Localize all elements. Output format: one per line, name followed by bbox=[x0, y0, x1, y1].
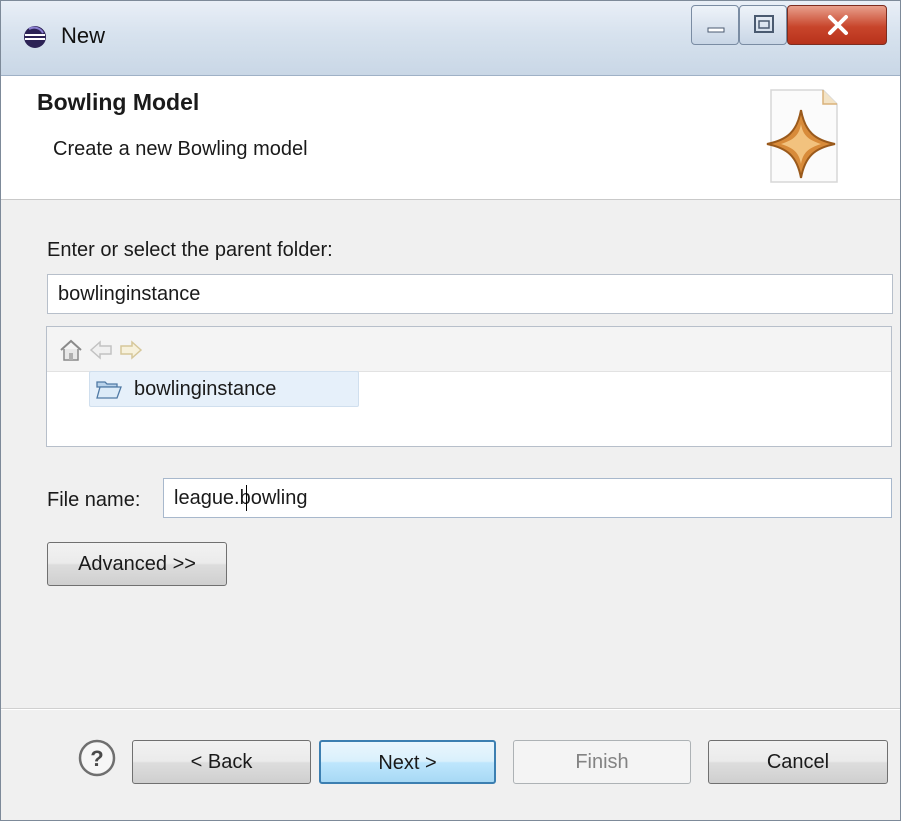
advanced-button[interactable]: Advanced >> bbox=[47, 542, 227, 586]
new-wizard-window: New Bowling Model Create a new Bowling m… bbox=[0, 0, 901, 821]
back-button-label: < Back bbox=[190, 751, 253, 773]
banner-title: Bowling Model bbox=[37, 89, 200, 115]
banner-description: Create a new Bowling model bbox=[53, 138, 308, 160]
minimize-icon bbox=[707, 27, 725, 33]
window-title: New bbox=[61, 23, 106, 48]
finish-button[interactable]: Finish bbox=[513, 740, 691, 784]
maximize-icon bbox=[754, 15, 774, 33]
text-caret bbox=[246, 485, 247, 511]
eclipse-icon bbox=[24, 26, 46, 48]
cancel-button-label: Cancel bbox=[766, 751, 830, 773]
folder-tree[interactable]: bowlinginstance bbox=[46, 326, 892, 447]
finish-button-label: Finish bbox=[575, 751, 629, 773]
home-icon[interactable] bbox=[59, 339, 83, 361]
svg-text:?: ? bbox=[90, 746, 103, 771]
next-button[interactable]: Next > bbox=[319, 740, 496, 784]
tree-toolbar bbox=[47, 327, 891, 372]
next-button-label: Next > bbox=[378, 752, 437, 774]
tree-item-label: bowlinginstance bbox=[134, 378, 277, 400]
open-folder-icon bbox=[96, 381, 122, 399]
maximize-button[interactable] bbox=[739, 5, 787, 45]
tree-item-bowlinginstance[interactable]: bowlinginstance bbox=[89, 371, 359, 407]
minimize-button[interactable] bbox=[691, 5, 739, 45]
back-arrow-icon[interactable] bbox=[89, 339, 113, 361]
file-name-label: File name: bbox=[47, 489, 141, 511]
help-icon[interactable]: ? bbox=[77, 738, 117, 778]
title-bar[interactable]: New bbox=[1, 1, 900, 76]
parent-folder-input[interactable]: bowlinginstance bbox=[47, 274, 893, 314]
parent-folder-label: Enter or select the parent folder: bbox=[47, 239, 333, 261]
forward-arrow-icon[interactable] bbox=[119, 339, 143, 361]
file-name-input[interactable]: league.bowling bbox=[163, 478, 892, 518]
close-button[interactable] bbox=[787, 5, 887, 45]
cancel-button[interactable]: Cancel bbox=[708, 740, 888, 784]
close-icon bbox=[828, 15, 848, 35]
new-model-wizard-icon bbox=[766, 89, 838, 183]
advanced-button-label: Advanced >> bbox=[78, 553, 196, 575]
footer-divider-highlight bbox=[1, 709, 900, 710]
back-button[interactable]: < Back bbox=[132, 740, 311, 784]
